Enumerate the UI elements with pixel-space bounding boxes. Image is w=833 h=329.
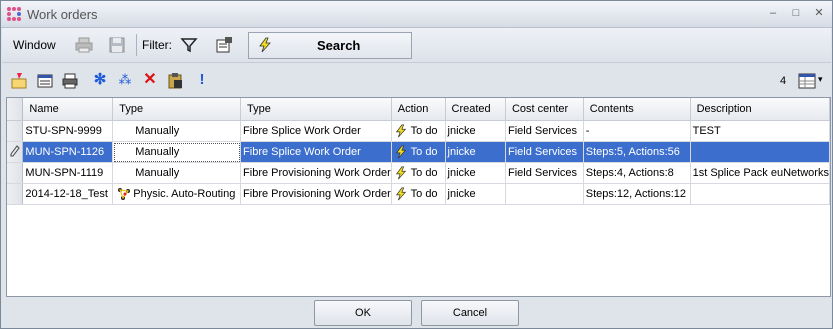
minimize-button[interactable]: –: [765, 6, 781, 20]
toolbar-separator: [136, 34, 137, 56]
filter-label: Filter:: [142, 38, 172, 52]
action-label: To do: [410, 166, 438, 179]
description-cell[interactable]: [690, 183, 831, 205]
work-order-type-cell[interactable]: Fibre Provisioning Work Order: [240, 183, 392, 205]
header-row: Name Type Type Action Created Cost cente…: [7, 98, 831, 121]
title-bar: Work orders – □ ✕: [1, 1, 832, 28]
table-row[interactable]: 2014-12-18_Test Physic. Auto-Routing Fib…: [7, 183, 831, 205]
column-header[interactable]: Created: [445, 98, 506, 121]
name-cell[interactable]: MUN-SPN-1126: [22, 141, 114, 163]
grid-toolbar: ✻ ⁂ ✕ ! 4 ▾: [2, 67, 831, 95]
main-toolbar: Window Filter: Search: [2, 28, 831, 63]
table-row[interactable]: MUN-SPN-1119 Manually Fibre Provisioning…: [7, 162, 831, 184]
contents-cell[interactable]: Steps:12, Actions:12: [583, 183, 691, 205]
table-row-selected[interactable]: MUN-SPN-1126 Manually Fibre Splice Work …: [7, 141, 831, 163]
window-menu[interactable]: Window: [13, 28, 56, 62]
name-cell[interactable]: MUN-SPN-1119: [22, 162, 114, 184]
type-cell[interactable]: Manually: [112, 162, 242, 184]
row-count: 4: [780, 75, 787, 87]
description-cell[interactable]: 1st Splice Pack euNetworks: [690, 162, 831, 184]
action-cell[interactable]: To do: [391, 183, 446, 205]
window-title: Work orders: [27, 7, 98, 22]
row-indicator[interactable]: [7, 162, 24, 184]
column-header[interactable]: Type: [240, 98, 392, 121]
lightning-icon: [259, 37, 271, 53]
expand-icon[interactable]: ✻: [90, 70, 110, 90]
delete-icon[interactable]: ✕: [140, 70, 160, 90]
maximize-button[interactable]: □: [788, 6, 804, 20]
contents-cell[interactable]: Steps:5, Actions:56: [583, 141, 691, 163]
type-label: Physic. Auto-Routing: [133, 187, 236, 200]
column-header[interactable]: Name: [22, 98, 114, 121]
new-work-order-icon[interactable]: [10, 72, 28, 90]
created-cell[interactable]: jnicke: [445, 120, 506, 142]
created-cell[interactable]: jnicke: [445, 183, 506, 205]
cost-center-cell[interactable]: Field Services: [505, 162, 584, 184]
work-order-type-cell[interactable]: Fibre Provisioning Work Order: [240, 162, 392, 184]
lightning-icon: [395, 166, 406, 180]
action-cell[interactable]: To do: [391, 162, 446, 184]
print-list-icon[interactable]: [61, 72, 79, 90]
contents-cell[interactable]: -: [583, 120, 691, 142]
column-header[interactable]: Contents: [583, 98, 691, 121]
cancel-button[interactable]: Cancel: [421, 300, 519, 326]
created-cell[interactable]: jnicke: [445, 162, 506, 184]
action-cell[interactable]: To do: [391, 120, 446, 142]
action-label: To do: [410, 187, 438, 200]
name-cell[interactable]: 2014-12-18_Test: [22, 183, 114, 205]
work-orders-table: Name Type Type Action Created Cost cente…: [7, 98, 831, 205]
action-label: To do: [410, 145, 438, 158]
created-cell[interactable]: jnicke: [445, 141, 506, 163]
lightning-icon: [395, 187, 406, 201]
edit-properties-icon[interactable]: [36, 72, 54, 90]
pencil-icon: [10, 144, 20, 156]
row-indicator-header: [7, 98, 24, 121]
name-cell[interactable]: STU-SPN-9999: [22, 120, 114, 142]
auto-routing-icon: [118, 188, 131, 200]
work-order-type-cell[interactable]: Fibre Splice Work Order: [240, 120, 392, 142]
cost-center-cell[interactable]: Field Services: [505, 141, 584, 163]
column-header[interactable]: Type: [112, 98, 242, 121]
table-row[interactable]: STU-SPN-9999 Manually Fibre Splice Work …: [7, 120, 831, 142]
row-indicator[interactable]: [7, 183, 24, 205]
work-orders-window: Work orders – □ ✕ Window Filter: Search: [0, 0, 833, 329]
description-cell[interactable]: TEST: [690, 120, 831, 142]
clipboard-icon[interactable]: [166, 72, 184, 90]
column-header[interactable]: Action: [391, 98, 446, 121]
save-icon[interactable]: [107, 35, 127, 55]
row-indicator[interactable]: [7, 120, 24, 142]
work-order-type-cell[interactable]: Fibre Splice Work Order: [240, 141, 392, 163]
work-orders-grid: Name Type Type Action Created Cost cente…: [6, 97, 831, 297]
contents-cell[interactable]: Steps:4, Actions:8: [583, 162, 691, 184]
lightning-icon: [395, 124, 406, 138]
column-header[interactable]: Cost center: [505, 98, 584, 121]
description-cell[interactable]: [690, 141, 831, 163]
type-cell[interactable]: Physic. Auto-Routing: [112, 183, 242, 205]
ok-button[interactable]: OK: [314, 300, 412, 326]
column-header[interactable]: Description: [690, 98, 831, 121]
search-button[interactable]: Search: [248, 32, 412, 59]
close-button[interactable]: ✕: [811, 6, 827, 20]
expand-all-icon[interactable]: ⁂: [115, 70, 135, 90]
type-cell[interactable]: Manually: [112, 120, 242, 142]
filter-settings-icon[interactable]: [214, 35, 234, 55]
info-icon[interactable]: !: [192, 70, 212, 90]
lightning-icon: [395, 145, 406, 159]
search-button-label: Search: [317, 38, 361, 53]
cost-center-cell[interactable]: Field Services: [505, 120, 584, 142]
chevron-down-icon[interactable]: ▾: [818, 74, 823, 85]
filter-icon[interactable]: [179, 35, 199, 55]
action-cell[interactable]: To do: [391, 141, 446, 163]
type-cell[interactable]: Manually: [112, 141, 242, 163]
cost-center-cell[interactable]: [505, 183, 584, 205]
print-icon[interactable]: [74, 35, 94, 55]
action-label: To do: [410, 124, 438, 137]
app-logo-icon: [7, 7, 21, 21]
column-chooser-icon[interactable]: [798, 72, 816, 90]
row-indicator[interactable]: [7, 141, 24, 163]
